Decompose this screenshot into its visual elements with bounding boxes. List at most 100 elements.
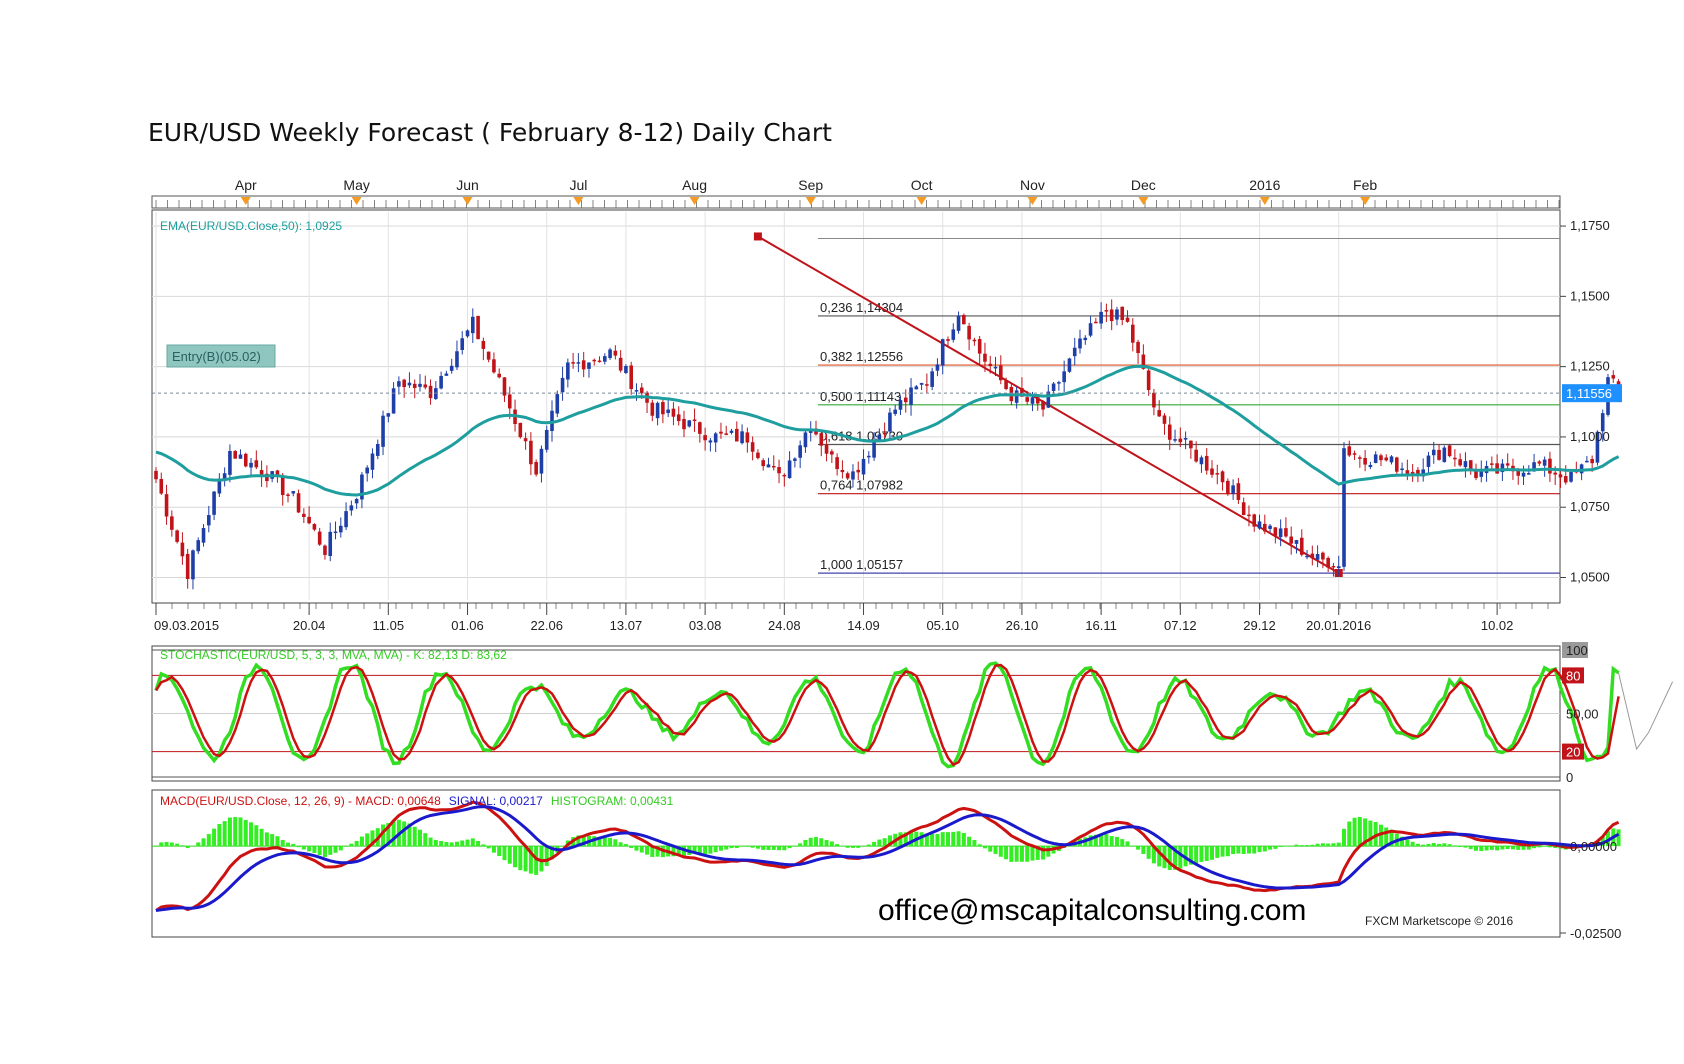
candle-body xyxy=(1426,455,1431,467)
candle-body xyxy=(1468,460,1473,470)
candle-body xyxy=(397,381,401,387)
candle-body xyxy=(1542,459,1547,466)
macd-histogram-bar xyxy=(301,846,306,850)
candle-body xyxy=(1094,321,1098,324)
date-label: 20.01.2016 xyxy=(1306,618,1371,633)
macd-histogram-bar xyxy=(317,846,322,856)
candle-body xyxy=(724,433,729,435)
stochastic-label[interactable]: STOCHASTIC(EUR/USD, 5, 3, 3, MVA, MVA) -… xyxy=(160,648,507,662)
candle-body xyxy=(1115,309,1119,320)
macd-histogram-bar xyxy=(275,836,280,847)
stochastic-panel[interactable]: STOCHASTIC(EUR/USD, 5, 3, 3, MVA, MVA) -… xyxy=(151,642,1674,785)
candle-body xyxy=(1104,310,1109,312)
candle-body xyxy=(317,531,322,545)
candle-body xyxy=(713,433,718,443)
price-axis-label: 1,1000 xyxy=(1570,429,1610,444)
price-axis-label: 1,0500 xyxy=(1570,570,1610,585)
fibonacci-anchor-high[interactable] xyxy=(753,232,762,241)
macd-histogram-bar xyxy=(1130,845,1135,847)
date-label: 10.02 xyxy=(1481,618,1514,633)
candle-body xyxy=(1431,449,1436,456)
chart-canvas[interactable]: Apr May Jun Jul Aug Sep Oct Nov Dec 2016 Feb 0,236… xyxy=(0,0,1684,1064)
candle-body xyxy=(1072,347,1077,357)
month-marker-icon xyxy=(351,197,362,205)
candle-body xyxy=(1247,514,1251,517)
candle-body xyxy=(1136,341,1140,354)
macd-histogram-bar xyxy=(782,846,787,851)
candle-body xyxy=(988,363,993,366)
macd-histogram-bar xyxy=(1368,820,1373,847)
candle-body xyxy=(207,515,211,526)
candle-body xyxy=(476,315,480,340)
macd-histogram-bar xyxy=(618,842,623,847)
candle-body xyxy=(597,360,602,363)
candle-body xyxy=(1294,540,1299,544)
candle-body xyxy=(1220,471,1225,483)
date-label: 14.09 xyxy=(847,618,880,633)
macd-histogram-bar xyxy=(1410,841,1415,847)
candle-body xyxy=(296,493,301,513)
candle-body xyxy=(655,402,660,419)
candle-body xyxy=(291,491,296,494)
candle-body xyxy=(766,464,771,468)
macd-histogram-bar xyxy=(412,826,417,847)
macd-histogram-bar xyxy=(1225,846,1230,857)
candle-body xyxy=(507,394,512,409)
watermark-email: office@mscapitalconsulting.com xyxy=(878,894,1307,927)
macd-histogram-bar xyxy=(1215,846,1220,858)
macd-histogram-bar xyxy=(872,841,877,847)
price-panel[interactable]: 0,236 1,143040,382 1,125560,500 1,111430… xyxy=(151,209,1622,604)
candle-body xyxy=(639,387,644,394)
macd-histogram-bar xyxy=(1141,846,1146,854)
ema-indicator-label[interactable]: EMA(EUR/USD.Close,50): 1,0925 xyxy=(160,219,342,233)
candle-body xyxy=(518,422,523,438)
candle-body xyxy=(307,516,311,524)
macd-histogram-bar xyxy=(1204,846,1209,861)
macd-histogram-bar xyxy=(645,846,650,855)
macd-histogram-bar xyxy=(1030,846,1035,861)
macd-label[interactable]: MACD(EUR/USD.Close, 12, 26, 9) - MACD: 0… xyxy=(160,794,674,808)
candle-body xyxy=(708,440,713,443)
fibonacci-level-label: 0,764 1,07982 xyxy=(820,478,903,493)
macd-label-histogram: HISTOGRAM: 0,00431 xyxy=(551,794,674,808)
macd-histogram-bar xyxy=(1463,846,1468,848)
macd-histogram-bar xyxy=(1405,839,1410,847)
candle-body xyxy=(1014,390,1019,403)
candle-body xyxy=(1569,472,1573,482)
candle-body xyxy=(793,458,797,461)
macd-histogram-bar xyxy=(703,846,708,854)
macd-histogram-bar xyxy=(418,829,422,847)
candle-body xyxy=(1405,470,1410,474)
candle-body xyxy=(1563,476,1568,483)
candle-body xyxy=(1273,527,1278,536)
macd-histogram-bar xyxy=(856,846,861,848)
candle-body xyxy=(867,455,871,458)
macd-histogram-bar xyxy=(1347,821,1352,847)
macd-histogram-bar xyxy=(951,831,956,847)
macd-histogram-bar xyxy=(808,837,813,847)
date-label: 09.03.2015 xyxy=(154,618,219,633)
macd-histogram-bar xyxy=(1305,845,1310,847)
candle-body xyxy=(539,448,544,474)
candle-body xyxy=(280,476,285,496)
candle-body xyxy=(898,400,903,410)
macd-histogram-bar xyxy=(623,844,628,847)
candle-body xyxy=(771,465,776,468)
candle-body xyxy=(185,553,190,579)
candle-body xyxy=(1479,470,1484,477)
candle-body xyxy=(787,460,792,479)
candle-body xyxy=(856,469,861,473)
macd-histogram-bar xyxy=(291,843,296,847)
candle-body xyxy=(1131,324,1135,343)
macd-histogram-bar xyxy=(814,837,818,847)
candle-body xyxy=(1173,439,1177,441)
candle-body xyxy=(180,542,185,557)
macd-histogram-bar xyxy=(1421,844,1426,847)
entry-label[interactable]: Entry(B)(05.02) xyxy=(172,349,261,364)
macd-histogram-bar xyxy=(961,832,966,847)
macd-histogram-bar xyxy=(1178,846,1183,869)
candle-body xyxy=(1041,400,1045,410)
candle-body xyxy=(861,458,866,475)
price-axis-label: 1,1250 xyxy=(1570,359,1610,374)
macd-histogram-bar xyxy=(513,846,518,868)
